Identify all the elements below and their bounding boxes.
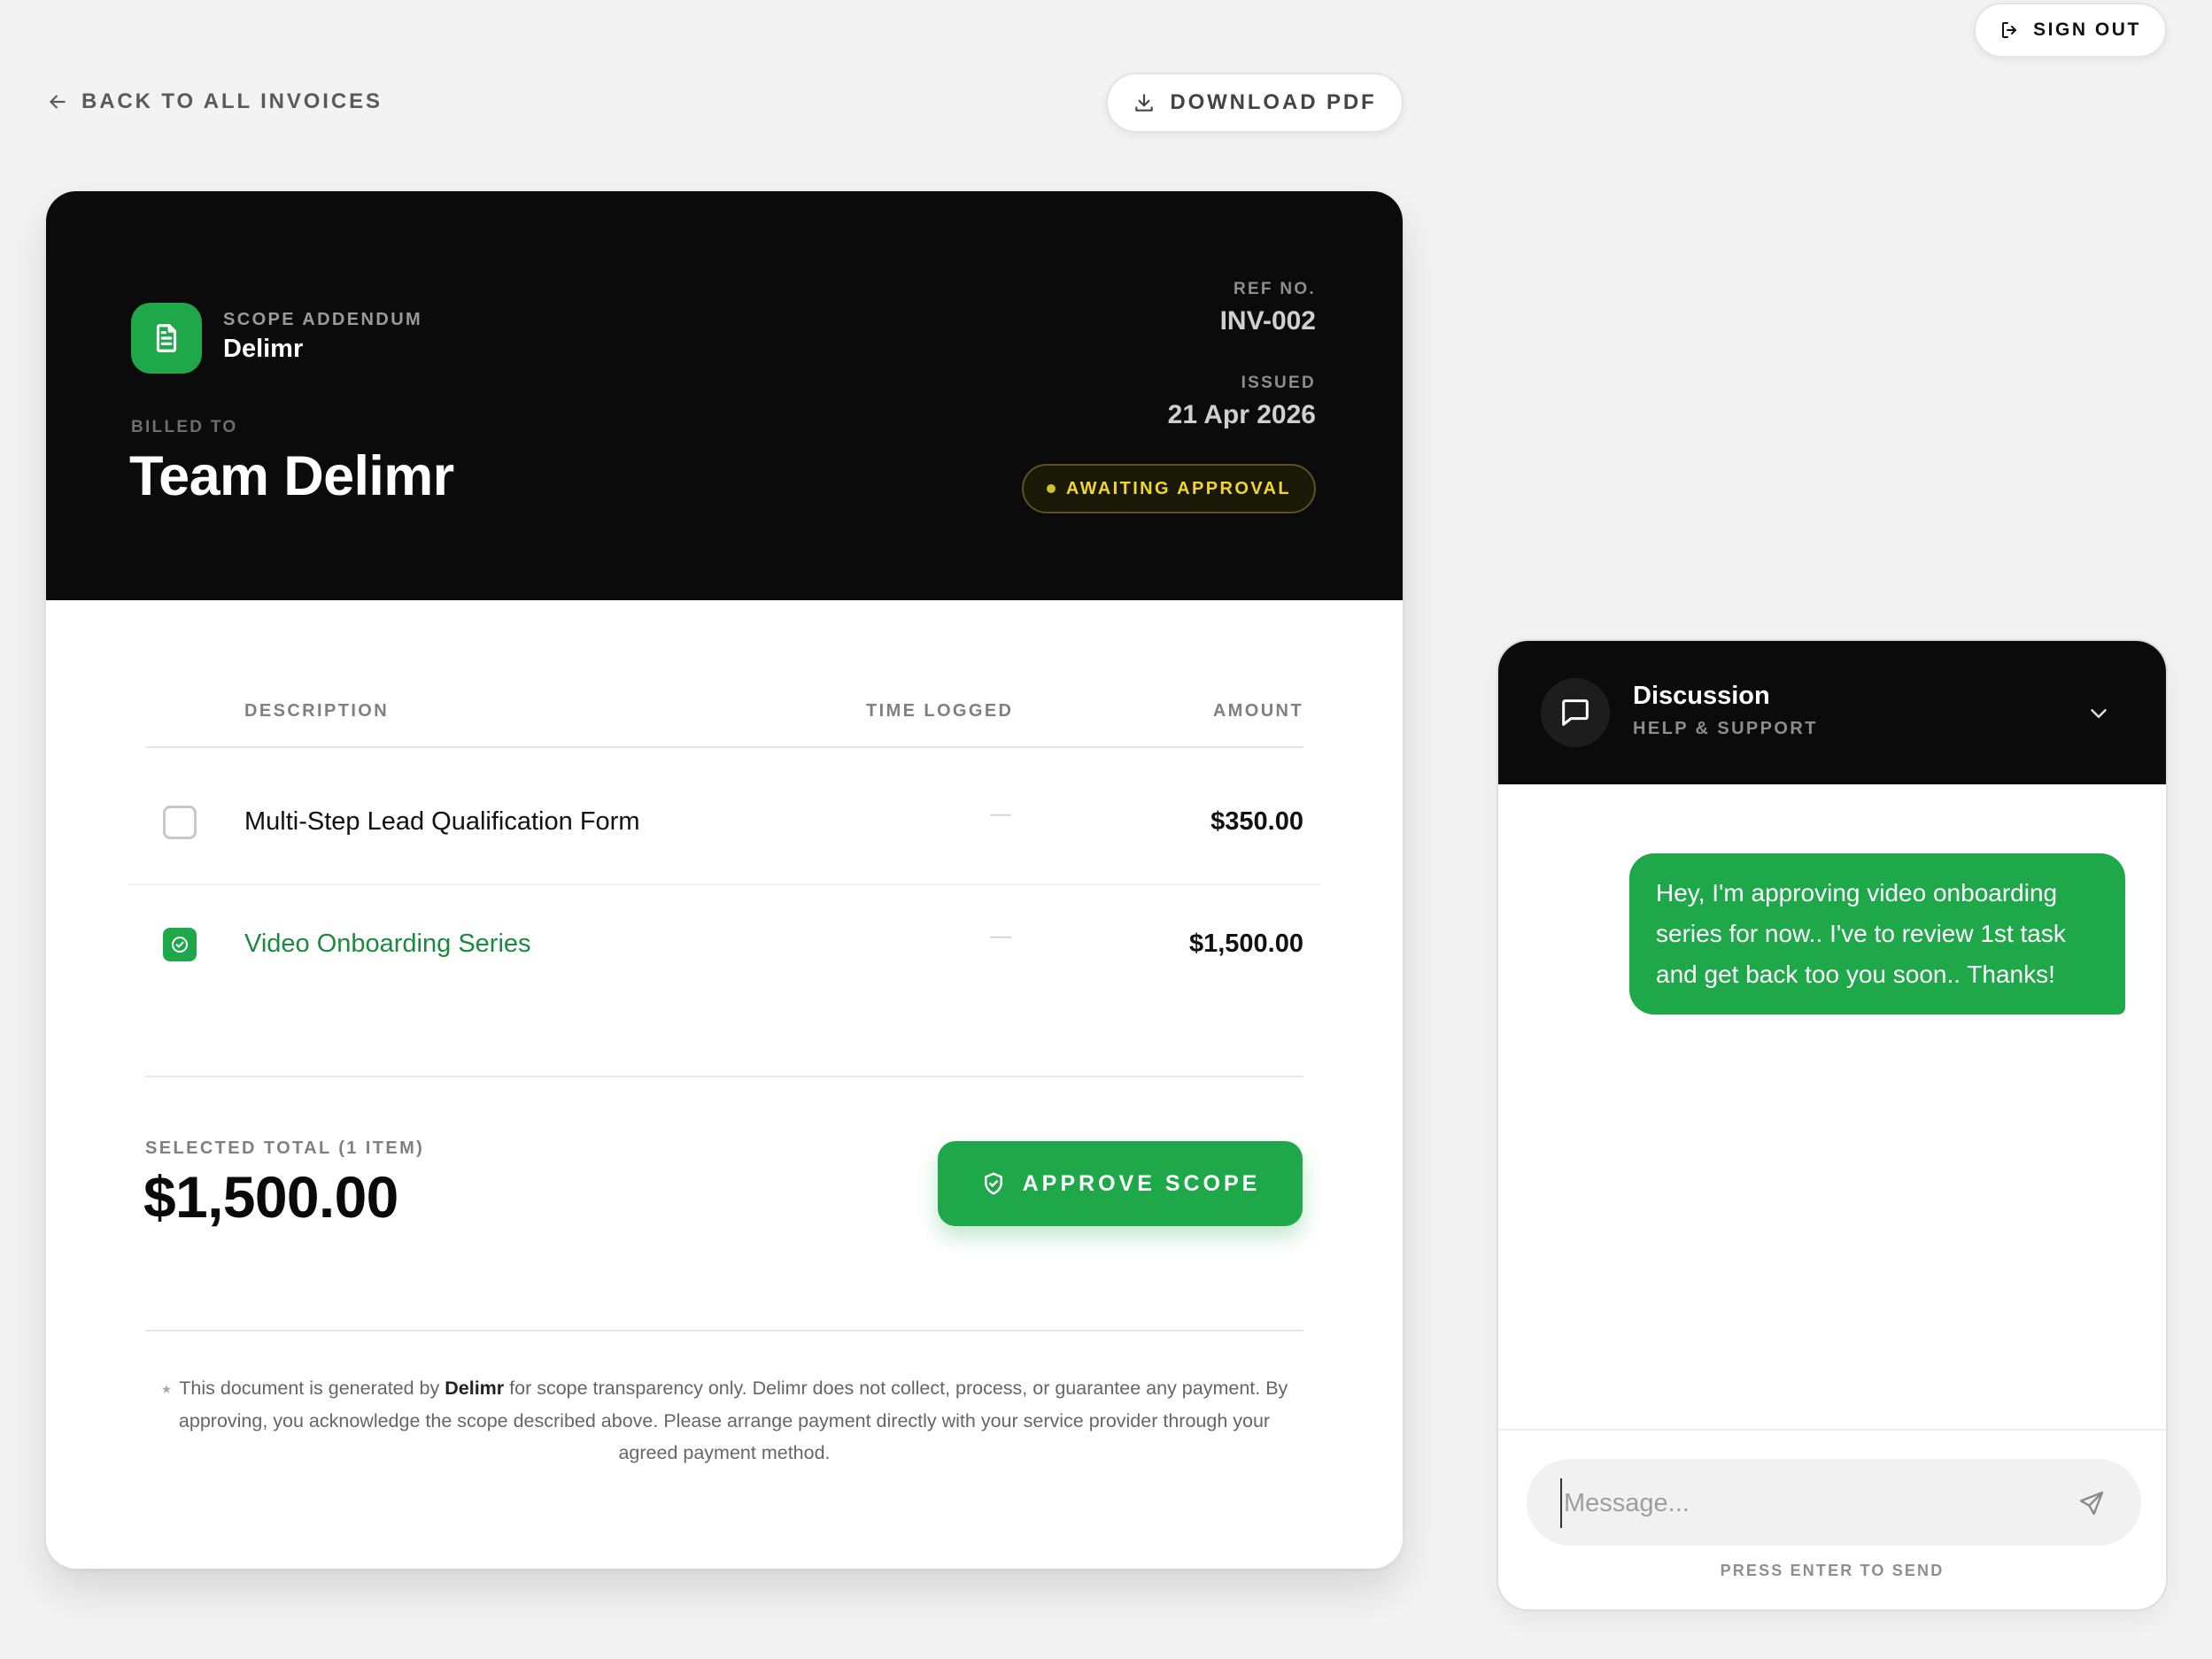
send-button[interactable] [2074,1485,2109,1521]
chevron-down-icon [2091,709,2107,718]
document-icon [131,303,202,374]
row-divider [128,884,1321,885]
send-icon [2079,1491,2104,1516]
table-row-1[interactable] [46,953,1403,1076]
invoice-card: SCOPE ADDENDUM Delimr BILLED TO Team Del… [46,191,1403,1569]
column-time-logged: TIME LOGGED [866,701,1014,721]
client-name: Team Delimr [129,445,454,507]
row-1-amount: $350.00 [1210,807,1303,836]
column-amount: AMOUNT [1212,701,1303,721]
issued-label: ISSUED [1241,374,1316,392]
invoice-header: SCOPE ADDENDUM Delimr BILLED TO Team Del… [46,191,1403,600]
footnote-divider [145,1330,1303,1331]
invoice-kind: SCOPE ADDENDUM [223,310,423,329]
footnote-text-start: This document is generated by [179,1377,445,1399]
back-link-label: BACK TO ALL INVOICES [81,89,383,113]
selected-total-label: SELECTED TOTAL (1 ITEM) [145,1138,425,1158]
discussion-title: Discussion [1633,682,1770,710]
approve-scope-button[interactable]: APPROVE SCOPE [938,1141,1303,1226]
issued-value: 21 Apr 2026 [1167,400,1316,429]
row-2-checkbox[interactable] [163,928,197,961]
discussion-header: Discussion HELP & SUPPORT [1498,641,2166,784]
download-pdf-button[interactable]: DOWNLOAD PDF [1106,73,1404,133]
collapse-chat-button[interactable] [2083,698,2115,729]
back-to-invoices-link[interactable]: BACK TO ALL INVOICES [46,87,383,117]
table-header-divider [145,746,1303,748]
check-circle-icon [172,937,188,953]
discussion-panel: Discussion HELP & SUPPORT Hey, I'm appro… [1497,639,2168,1611]
status-label: AWAITING APPROVAL [1065,478,1291,498]
ref-no-value: INV-002 [1219,306,1316,336]
row-1-time-logged: — [990,802,1011,826]
row-1-checkbox[interactable] [163,806,197,839]
approve-scope-label: APPROVE SCOPE [1022,1170,1261,1196]
footnote-star: ★ [160,1382,173,1397]
row-2-description: Video Onboarding Series [244,930,531,958]
message-input[interactable] [1560,1478,2061,1528]
message-bubble: Hey, I'm approving video onboarding seri… [1629,853,2125,1015]
row-2-time-logged: — [990,924,1011,948]
footnote-brand: Delimr [445,1377,505,1399]
composer-divider [1498,1429,2166,1431]
disclaimer-footnote: ★ This document is generated by Delimr fo… [156,1372,1293,1469]
sign-out-button[interactable]: SIGN OUT [1974,3,2167,58]
discussion-subtitle: HELP & SUPPORT [1633,719,1818,738]
selected-total-value: $1,500.00 [143,1164,398,1230]
message-composer [1527,1459,2141,1546]
sign-out-icon [1999,19,2021,41]
sign-out-label: SIGN OUT [2033,19,2141,40]
invoice-brand: Delimr [223,335,304,363]
download-icon [1133,91,1156,114]
status-badge: AWAITING APPROVAL [1021,464,1316,513]
chat-bubble-icon [1541,678,1610,747]
row-1-description: Multi-Step Lead Qualification Form [244,807,640,836]
ref-no-label: REF NO. [1233,280,1316,298]
arrow-left-icon [46,90,69,113]
row-2-amount: $1,500.00 [1188,930,1303,958]
status-dot [1046,484,1056,493]
download-pdf-label: DOWNLOAD PDF [1170,90,1377,114]
shield-check-icon [980,1170,1007,1197]
send-hint: PRESS ENTER TO SEND [1720,1562,1945,1579]
column-description: DESCRIPTION [244,701,390,721]
billed-to-label: BILLED TO [131,418,238,436]
totals-divider [145,1076,1303,1077]
